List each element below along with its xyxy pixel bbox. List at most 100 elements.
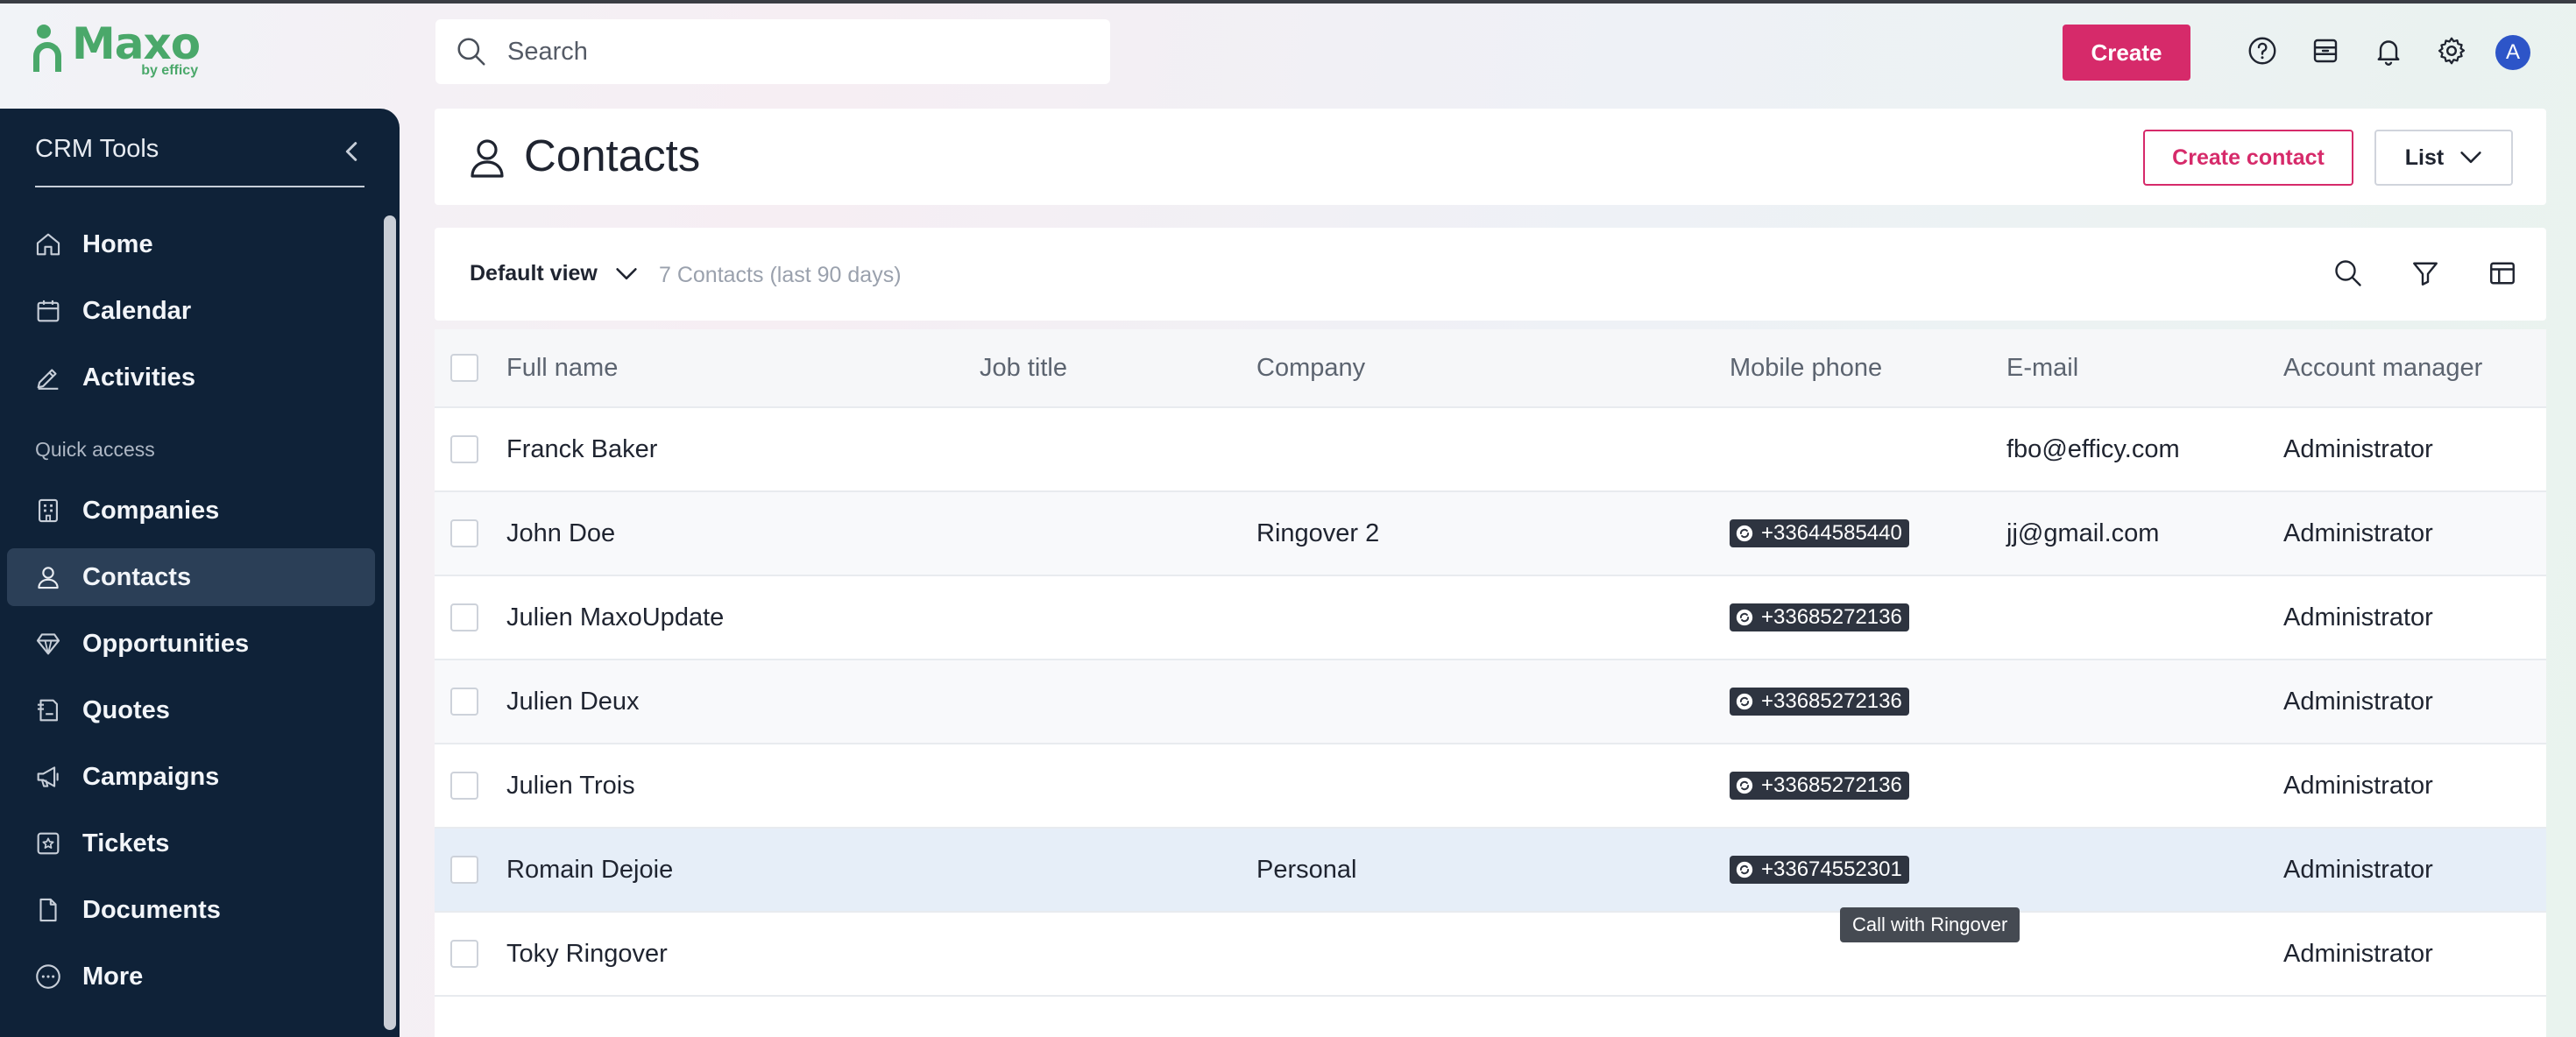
search-icon[interactable] — [2329, 254, 2367, 293]
more-icon — [36, 964, 60, 989]
sidebar-item-activities[interactable]: Activities — [7, 349, 375, 406]
column-header-full-name[interactable]: Full name — [506, 329, 618, 406]
home-icon — [36, 233, 60, 256]
sidebar-item-contacts[interactable]: Contacts — [7, 548, 375, 606]
chevron-left-icon[interactable] — [342, 138, 363, 165]
sidebar-item-companies[interactable]: Companies — [7, 482, 375, 540]
archive-icon[interactable] — [2308, 33, 2343, 68]
list-view-label: List — [2404, 145, 2445, 170]
table-row[interactable]: John Doe Ringover 2 +33644585440 jj@gmai… — [435, 492, 2546, 576]
select-all-checkbox[interactable] — [450, 354, 478, 382]
row-checkbox[interactable] — [450, 688, 478, 716]
quote-icon — [37, 699, 58, 722]
row-checkbox[interactable] — [450, 856, 478, 884]
phone-number: +33685272136 — [1761, 605, 1902, 629]
user-avatar[interactable]: A — [2495, 35, 2530, 70]
sidebar-scrollbar[interactable] — [384, 215, 396, 1030]
row-checkbox[interactable] — [450, 603, 478, 631]
sidebar-item-label: Home — [82, 229, 153, 258]
sidebar-item-home[interactable]: Home — [7, 215, 375, 273]
sidebar-item-documents[interactable]: Documents — [7, 881, 375, 939]
row-checkbox[interactable] — [450, 519, 478, 547]
table-row[interactable]: Julien MaxoUpdate +33685272136 Administr… — [435, 576, 2546, 660]
sidebar-item-more[interactable]: More — [7, 948, 375, 1005]
column-header-company[interactable]: Company — [1256, 329, 1365, 406]
cell-account-manager: Administrator — [2283, 687, 2433, 716]
row-checkbox[interactable] — [450, 435, 478, 463]
table-row[interactable]: Franck Baker fbo@efficy.com Administrato… — [435, 408, 2546, 492]
cell-full-name[interactable]: John Doe — [506, 492, 615, 575]
gear-icon[interactable] — [2434, 33, 2469, 68]
view-selector[interactable]: Default view — [470, 261, 638, 286]
cell-mobile-phone: +33685272136 — [1730, 744, 1909, 827]
ringover-icon — [1736, 861, 1753, 878]
ringover-icon — [1736, 777, 1753, 794]
sidebar-item-quotes[interactable]: Quotes — [7, 681, 375, 739]
cell-mobile-phone: +33685272136 — [1730, 576, 1909, 659]
ticket-icon — [37, 832, 60, 855]
create-contact-button[interactable]: Create contact — [2143, 130, 2353, 186]
list-view-dropdown[interactable]: List — [2374, 130, 2513, 186]
sidebar-item-label: Contacts — [82, 562, 192, 591]
column-header-mobile-phone[interactable]: Mobile phone — [1730, 329, 1882, 406]
chevron-down-icon — [2460, 152, 2481, 164]
column-header-job-title[interactable]: Job title — [980, 329, 1067, 406]
cell-full-name[interactable]: Franck Baker — [506, 408, 657, 490]
global-search[interactable] — [435, 19, 1110, 84]
ringover-call-chip[interactable]: +33685272136 — [1730, 688, 1909, 716]
bell-icon[interactable] — [2371, 33, 2406, 68]
cell-company[interactable]: Ringover 2 — [1256, 492, 1379, 575]
sidebar-item-label: Documents — [82, 895, 221, 924]
maxo-logo-icon — [32, 25, 65, 74]
sidebar: CRM Tools Home Calendar Activities Quick… — [0, 109, 400, 1037]
ringover-call-chip[interactable]: +33685272136 — [1730, 603, 1909, 631]
cell-mobile-phone: +33644585440 — [1730, 492, 1909, 575]
create-button[interactable]: Create — [2063, 25, 2190, 81]
phone-number: +33685272136 — [1761, 689, 1902, 713]
sidebar-item-label: Campaigns — [82, 762, 220, 791]
table-row[interactable]: Toky Ringover Administrator — [435, 913, 2546, 997]
row-checkbox[interactable] — [450, 772, 478, 800]
ringover-icon — [1736, 693, 1753, 710]
sidebar-item-opportunities[interactable]: Opportunities — [7, 615, 375, 673]
sidebar-item-label: Tickets — [82, 829, 170, 857]
search-input[interactable] — [507, 37, 1068, 67]
sidebar-item-calendar[interactable]: Calendar — [7, 282, 375, 340]
table-row[interactable]: Julien Trois +33685272136 Administrator — [435, 744, 2546, 829]
cell-full-name[interactable]: Julien MaxoUpdate — [506, 576, 724, 659]
cell-full-name[interactable]: Julien Trois — [506, 744, 635, 827]
sidebar-item-campaigns[interactable]: Campaigns — [7, 748, 375, 806]
maxo-logo[interactable]: Maxo by efficy — [32, 19, 201, 82]
table-row[interactable]: Julien Deux +33685272136 Administrator — [435, 660, 2546, 744]
sidebar-item-label: Quotes — [82, 695, 170, 724]
cell-full-name[interactable]: Toky Ringover — [506, 913, 668, 995]
help-icon[interactable] — [2245, 33, 2280, 68]
column-header-email[interactable]: E-mail — [2006, 329, 2078, 406]
ringover-call-chip[interactable]: +33644585440 — [1730, 519, 1909, 547]
sidebar-item-label: More — [82, 962, 144, 991]
sidebar-item-label: Activities — [82, 363, 195, 392]
cell-account-manager: Administrator — [2283, 855, 2433, 884]
row-checkbox[interactable] — [450, 940, 478, 968]
ringover-call-chip[interactable]: +33674552301 — [1730, 856, 1909, 884]
cell-mobile-phone: +33685272136 — [1730, 660, 1909, 743]
search-icon — [457, 38, 485, 66]
column-header-account-manager[interactable]: Account manager — [2283, 329, 2482, 406]
cell-email[interactable]: fbo@efficy.com — [2006, 408, 2180, 490]
cell-email[interactable]: jj@gmail.com — [2006, 492, 2159, 575]
page-title: Contacts — [524, 131, 701, 180]
ringover-call-chip[interactable]: +33685272136 — [1730, 772, 1909, 800]
cell-full-name[interactable]: Julien Deux — [506, 660, 640, 743]
ringover-icon — [1736, 609, 1753, 626]
table-header-row: Full name Job title Company Mobile phone… — [435, 329, 2546, 408]
cell-full-name[interactable]: Romain Dejoie — [506, 829, 673, 911]
sidebar-item-label: Companies — [82, 496, 220, 525]
filter-icon[interactable] — [2406, 254, 2445, 293]
sidebar-item-tickets[interactable]: Tickets — [7, 815, 375, 872]
cell-company[interactable]: Personal — [1256, 829, 1356, 911]
columns-layout-icon[interactable] — [2483, 254, 2522, 293]
record-count: 7 Contacts (last 90 days) — [659, 263, 902, 287]
sidebar-section-label: Quick access — [35, 438, 155, 461]
cell-account-manager: Administrator — [2283, 434, 2433, 463]
table-row[interactable]: Romain Dejoie Personal +33674552301 Admi… — [435, 829, 2546, 913]
